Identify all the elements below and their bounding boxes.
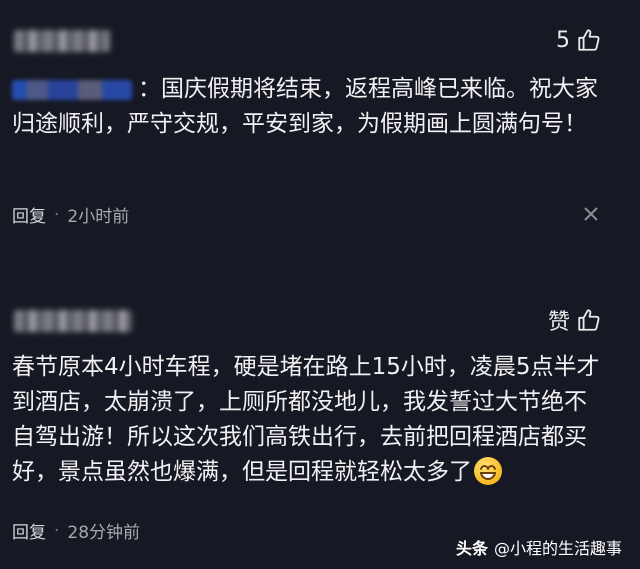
username-blurred[interactable] [14, 30, 110, 52]
grin-emoji-icon [474, 457, 502, 485]
comment-meta: 回复 · 28分钟前 [12, 518, 141, 544]
separator-dot: · [54, 520, 60, 541]
separator-dot: · [54, 204, 60, 225]
comment-text: 春节原本4小时车程，硬是堵在路上15小时，凌晨5点半才到酒店，太崩溃了，上厕所都… [12, 354, 600, 485]
thumb-up-icon [578, 29, 600, 51]
watermark: 头条 @小程的生活趣事 [456, 535, 622, 559]
comment-meta: 回复 · 2小时前 [12, 202, 130, 228]
comment-text: ：国庆假期将结束，返程高峰已来临。祝大家归途顺利，严守交规，平安到家，为假期画上… [12, 76, 598, 137]
timestamp: 28分钟前 [67, 523, 141, 543]
thumb-up-icon [578, 309, 600, 331]
watermark-brand: 头条 [455, 539, 488, 558]
like-button[interactable]: 5 [556, 27, 602, 53]
like-label: 赞 [547, 310, 570, 335]
like-button[interactable]: 赞 [548, 304, 602, 336]
comment-text-wrap: 春节原本4小时车程，硬是堵在路上15小时，凌晨5点半才到酒店，太崩溃了，上厕所都… [12, 350, 604, 490]
reply-button[interactable]: 回复 [12, 518, 46, 543]
comment-item: 赞 春节原本4小时车程，硬是堵在路上15小时，凌晨5点半才到酒店，太崩溃了，上厕… [0, 282, 640, 569]
close-icon[interactable] [582, 205, 600, 223]
timestamp: 2小时前 [67, 207, 130, 227]
reply-button[interactable]: 回复 [12, 202, 46, 227]
watermark-author: @小程的生活趣事 [493, 539, 622, 558]
like-count: 5 [556, 27, 570, 53]
comment-item: 5 ：国庆假期将结束，返程高峰已来临。祝大家归途顺利，严守交规，平安到家，为假期… [0, 0, 640, 262]
username-blurred[interactable] [14, 310, 132, 332]
